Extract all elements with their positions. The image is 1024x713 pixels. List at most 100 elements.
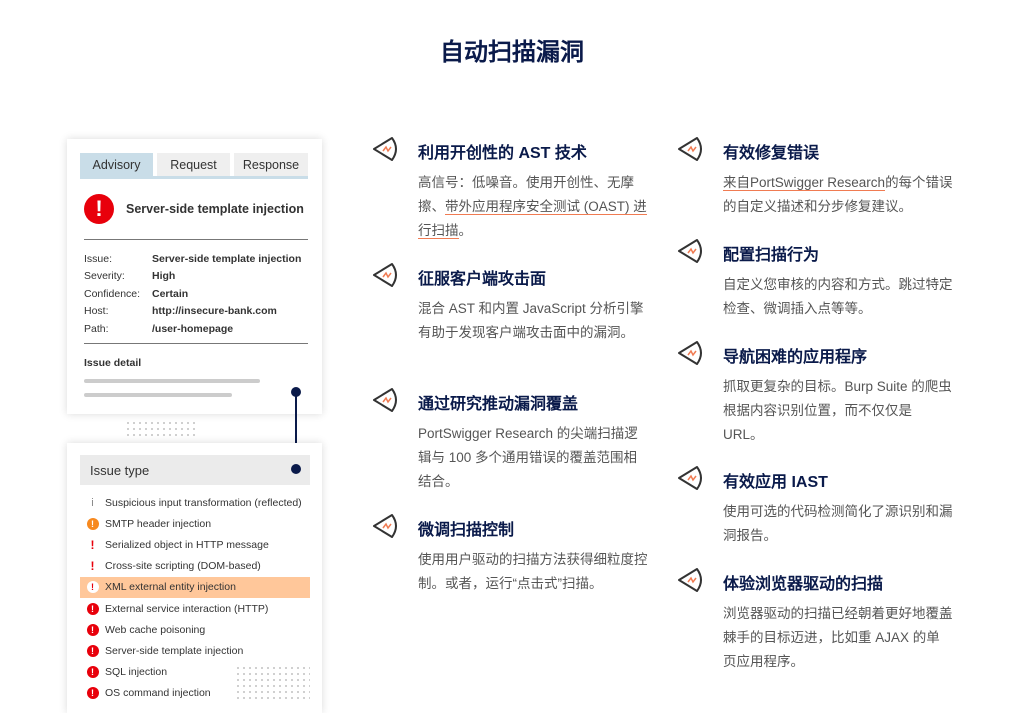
advisory-panel: Advisory Request Response ! Server-side … xyxy=(67,139,322,414)
feature-item: 体验浏览器驱动的扫描浏览器驱动的扫描已经朝着更好地覆盖棘手的目标迈进，比如重 A… xyxy=(678,568,963,674)
feature-item: 征服客户端攻击面 混合 AST 和内置 JavaScript 分析引擎有助于发现客… xyxy=(373,263,658,345)
detail-row: Host: http://insecure-bank.com xyxy=(84,303,301,321)
feature-title: 微调扫描控制 xyxy=(418,522,515,539)
detail-key: Path: xyxy=(84,322,109,335)
scan-shield-icon xyxy=(675,462,707,499)
feature-item: 有效应用 IAST 使用可选的代码检测简化了源识别和漏洞报告。 xyxy=(678,466,963,548)
feature-title: 有效应用 IAST xyxy=(723,474,828,491)
scan-shield-icon xyxy=(675,235,707,272)
feature-description: 自定义您审核的内容和方式。跳过特定检查、微调插入点等等。 xyxy=(723,273,953,321)
issue-type-item[interactable]: ! External service interaction (HTTP) xyxy=(80,598,310,619)
advisory-heading: Server-side template injection xyxy=(126,202,304,216)
scan-shield-icon xyxy=(675,337,707,374)
high-severity-icon: ! xyxy=(84,194,114,224)
feature-description: 抓取更复杂的目标。Burp Suite 的爬虫根据内容识别位置，而不仅仅是 UR… xyxy=(723,375,953,447)
detail-key: Host: xyxy=(84,305,109,318)
feature-text: 使用可选的代码检测简化了源识别和漏洞报告。 xyxy=(723,504,953,543)
issue-type-label: Serialized object in HTTP message xyxy=(105,538,269,551)
feature-link[interactable]: 带外应用程序安全测试 (OAST) 进行扫描 xyxy=(418,199,647,239)
issue-type-item[interactable]: ! Serialized object in HTTP message xyxy=(80,534,310,555)
issue-type-label: Suspicious input transformation (reflect… xyxy=(105,496,302,509)
feature-title: 配置扫描行为 xyxy=(723,247,820,264)
high-severity-icon: ! xyxy=(80,666,105,679)
feature-text: PortSwigger Research 的尖端扫描逻辑与 100 多个通用错误… xyxy=(418,426,638,489)
detail-row: Severity: High xyxy=(84,268,301,286)
high-severity-icon: ! xyxy=(80,581,105,594)
issue-type-label: SMTP header injection xyxy=(105,517,212,530)
issue-type-item[interactable]: ! XML external entity injection xyxy=(80,576,310,598)
detail-row: Confidence: Certain xyxy=(84,285,301,303)
feature-item: 利用开创性的 AST 技术 高信号：低噪音。使用开创性、无摩擦、带外应用程序安全测… xyxy=(373,137,658,243)
advisory-tabs: Advisory Request Response xyxy=(80,153,308,179)
detail-value: High xyxy=(152,270,176,283)
scan-shield-icon xyxy=(675,133,707,170)
tab-response[interactable]: Response xyxy=(234,153,308,176)
feature-title: 体验浏览器驱动的扫描 xyxy=(723,576,884,593)
issue-type-item[interactable]: ! Server-side template injection xyxy=(80,640,310,661)
feature-description: 使用可选的代码检测简化了源识别和漏洞报告。 xyxy=(723,500,953,548)
feature-text: 混合 AST 和内置 JavaScript 分析引擎有助于发现客户端攻击面中的漏… xyxy=(418,301,644,340)
feature-description: 使用用户驱动的扫描方法获得细粒度控制。或者，运行“点击式”扫描。 xyxy=(418,548,648,596)
issue-type-label: XML external entity injection xyxy=(105,581,236,594)
issue-type-item[interactable]: ! Web cache poisoning xyxy=(80,619,310,640)
feature-item: 微调扫描控制使用用户驱动的扫描方法获得细粒度控制。或者，运行“点击式”扫描。 xyxy=(373,514,658,596)
scan-shield-icon xyxy=(370,510,402,547)
connector-dot xyxy=(291,387,301,397)
low-severity-icon: ! xyxy=(90,537,95,552)
advisory-details: Issue: Server-side template injection Sev… xyxy=(84,250,301,338)
divider xyxy=(84,343,308,344)
dot-pattern xyxy=(235,665,310,701)
issue-type-header: Issue type xyxy=(80,455,310,485)
issue-type-label: SQL injection xyxy=(105,666,168,679)
feature-description: PortSwigger Research 的尖端扫描逻辑与 100 多个通用错误… xyxy=(418,422,648,494)
detail-row: Path: /user-homepage xyxy=(84,320,301,338)
feature-description: 高信号：低噪音。使用开创性、无摩擦、带外应用程序安全测试 (OAST) 进行扫描… xyxy=(418,171,648,243)
issue-type-item[interactable]: i Suspicious input transformation (reflec… xyxy=(80,492,310,513)
issue-type-label: Cross-site scripting (DOM-based) xyxy=(105,560,261,573)
connector-dot xyxy=(291,464,301,474)
feature-description: 浏览器驱动的扫描已经朝着更好地覆盖棘手的目标迈进，比如重 AJAX 的单页应用程… xyxy=(723,602,953,674)
issue-type-item[interactable]: ! SMTP header injection xyxy=(80,513,310,534)
medium-severity-icon: ! xyxy=(80,517,105,530)
feature-item: 通过研究推动漏洞覆盖 PortSwigger Research 的尖端扫描逻辑与 … xyxy=(373,388,658,494)
high-severity-icon: ! xyxy=(80,602,105,615)
detail-value: /user-homepage xyxy=(152,322,234,335)
info-severity-icon: i xyxy=(91,496,94,509)
low-severity-icon: ! xyxy=(90,559,95,574)
placeholder-line xyxy=(84,379,260,383)
scan-shield-icon xyxy=(675,564,707,601)
feature-text: 使用用户驱动的扫描方法获得细粒度控制。或者，运行“点击式”扫描。 xyxy=(418,552,648,591)
placeholder-line xyxy=(84,393,232,397)
detail-value: Server-side template injection xyxy=(152,252,302,265)
high-severity-icon: ! xyxy=(80,623,105,636)
dot-pattern xyxy=(125,420,195,440)
feature-link[interactable]: 来自PortSwigger Research xyxy=(723,175,886,191)
issue-type-label: Web cache poisoning xyxy=(105,623,206,636)
feature-text: 。 xyxy=(458,223,473,238)
feature-item: 配置扫描行为自定义您审核的内容和方式。跳过特定检查、微调插入点等等。 xyxy=(678,239,963,321)
feature-item: 导航困难的应用程序抓取更复杂的目标。Burp Suite 的爬虫根据内容识别位置… xyxy=(678,341,963,447)
feature-title: 通过研究推动漏洞覆盖 xyxy=(418,396,579,413)
feature-title: 有效修复错误 xyxy=(723,145,820,162)
tab-request[interactable]: Request xyxy=(157,153,230,176)
feature-item: 有效修复错误 来自PortSwigger Research的每个错误的自定义描述和… xyxy=(678,137,963,219)
issue-type-label: OS command injection xyxy=(105,687,211,700)
feature-description: 混合 AST 和内置 JavaScript 分析引擎有助于发现客户端攻击面中的漏… xyxy=(418,297,648,345)
detail-row: Issue: Server-side template injection xyxy=(84,250,301,268)
issue-detail-label: Issue detail xyxy=(84,357,142,369)
tab-advisory[interactable]: Advisory xyxy=(80,153,153,176)
feature-text: 浏览器驱动的扫描已经朝着更好地覆盖棘手的目标迈进，比如重 AJAX 的单页应用程… xyxy=(723,606,953,669)
scan-shield-icon xyxy=(370,384,402,421)
feature-text: 抓取更复杂的目标。Burp Suite 的爬虫根据内容识别位置，而不仅仅是 UR… xyxy=(723,379,952,442)
scan-shield-icon xyxy=(370,259,402,296)
issue-type-item[interactable]: ! Cross-site scripting (DOM-based) xyxy=(80,556,310,577)
detail-key: Severity: xyxy=(84,270,125,283)
divider xyxy=(84,239,308,240)
issue-type-label: Server-side template injection xyxy=(105,644,244,657)
detail-key: Issue: xyxy=(84,252,113,265)
feature-text: 自定义您审核的内容和方式。跳过特定检查、微调插入点等等。 xyxy=(723,277,953,316)
high-severity-icon: ! xyxy=(80,644,105,657)
feature-title: 导航困难的应用程序 xyxy=(723,349,868,366)
detail-value: Certain xyxy=(152,287,189,300)
high-severity-icon: ! xyxy=(80,687,105,700)
